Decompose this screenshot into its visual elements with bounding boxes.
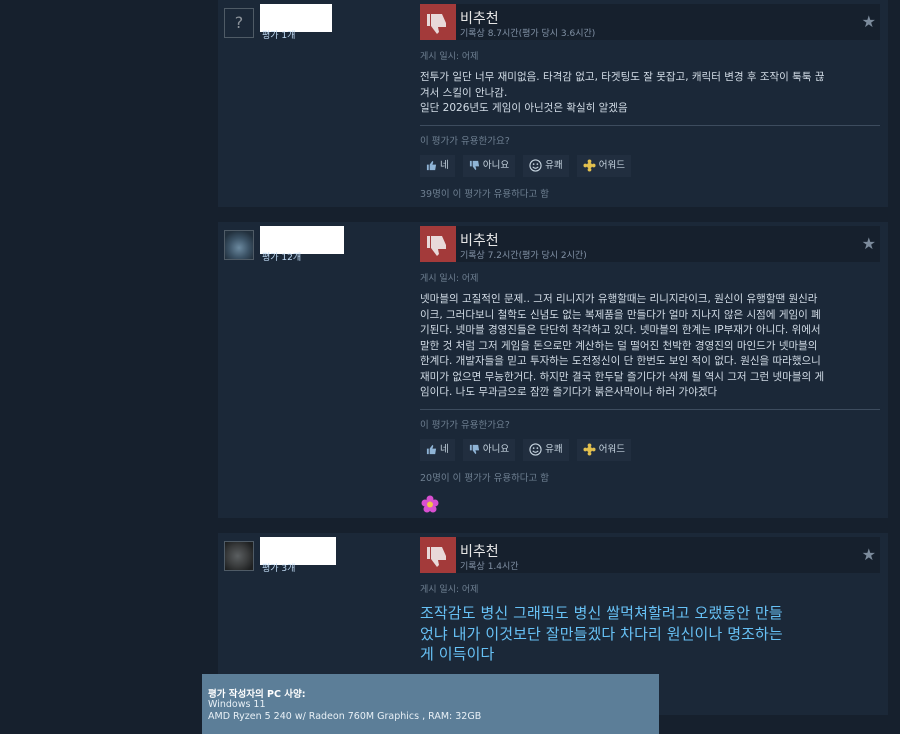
star-icon[interactable]: ★ [862,545,876,564]
thumbs-down-icon[interactable] [420,226,456,262]
posted-date: 게시 일시: 어제 [420,52,479,62]
vote-header: 비추천 기록상 1.4시간 ★ [420,537,880,573]
award-button[interactable]: 어워드 [576,154,631,177]
review-text: 전투가 일단 너무 재미없음. 타격감 없고, 타겟팅도 잘 못잡고, 캐릭터 … [420,70,880,117]
review-card-1: ? 평가 1개 비추천 기록상 8.7시간(평가 당시 3.6시간) ★ 게시 … [218,0,888,207]
avatar[interactable] [224,541,254,571]
vote-funny-button[interactable]: 유쾌 [523,438,569,461]
pc-specs-box: 평가 작성자의 PC 사양: Windows 11 AMD Ryzen 5 24… [202,674,659,734]
review-text-line: 일단 2026년도 게임이 아닌것은 확실히 알겠음 [420,102,628,114]
vote-no-button[interactable]: 아니요 [462,154,516,177]
avatar[interactable]: ? [224,8,254,38]
helpful-count: 39명이 이 평가가 유용하다고 함 [420,188,550,200]
vote-title[interactable]: 비추천 [460,230,499,250]
vote-yes-button[interactable]: 네 [420,154,455,177]
review-text-line: 넷마블의 고질적인 문제.. 그저 리니지가 유행할때는 리니지라이크, 원신이… [420,293,818,305]
award-icon [583,442,596,456]
review-card-2: 평가 12개 비추천 기록상 7.2시간(평가 당시 2시간) ★ 게시 일시:… [218,222,888,518]
yes-label: 네 [440,443,449,455]
playtime-hours: 기록상 7.2시간(평가 당시 2시간) [460,251,587,261]
thumbs-down-small-icon [469,444,479,454]
review-text-line: 말한 것 처럼 그저 게임을 돈으로만 계산하는 덜 떨어진 천박한 경영진의 … [420,339,818,352]
review-text-line: 전투가 일단 너무 재미없음. 타격감 없고, 타겟팅도 잘 못잡고, 캐릭터 … [420,71,825,83]
vote-funny-button[interactable]: 유쾌 [523,154,569,177]
smiley-icon [529,442,542,456]
vote-title[interactable]: 비추천 [460,541,499,561]
review-text-line: 재미가 없으면 무능한거다. 하지만 결국 한두달 즐기다가 삭제 될 역시 그… [420,370,825,383]
thumbs-up-icon [426,444,437,454]
funny-label: 유쾌 [545,159,563,171]
no-label: 아니요 [482,159,510,171]
vote-header: 비추천 기록상 8.7시간(평가 당시 3.6시간) ★ [420,4,880,40]
playtime-hours: 기록상 8.7시간(평가 당시 3.6시간) [460,29,596,39]
thumbs-down-icon[interactable] [420,537,456,573]
rating-controls: 네 아니요 유쾌 어워드 [420,438,880,461]
review-text-line: 조작감도 병신 그래픽도 병신 쌀먹쳐할려고 오랬동안 만들 [420,604,783,622]
yes-label: 네 [440,159,449,171]
avatar[interactable] [224,230,254,260]
award-icon [583,158,596,172]
vote-yes-button[interactable]: 네 [420,438,455,461]
review-body: 비추천 기록상 8.7시간(평가 당시 3.6시간) ★ 게시 일시: 어제 전… [420,4,880,200]
thumbs-up-icon [426,160,437,170]
review-text-line: 게 이득이다 [420,645,495,663]
funny-label: 유쾌 [545,443,563,455]
vote-no-button[interactable]: 아니요 [462,438,516,461]
award-label: 어워드 [598,159,625,171]
author-review-count[interactable]: 평가 12개 [262,250,301,263]
helpful-count: 20명이 이 평가가 유용하다고 함 [420,472,550,484]
award-button[interactable]: 어워드 [576,438,631,461]
divider [420,408,880,410]
review-body: 비추천 기록상 1.4시간 ★ 게시 일시: 어제 조작감도 병신 그래픽도 병… [420,537,880,665]
flower-award-icon[interactable] [420,494,440,514]
star-icon[interactable]: ★ [862,234,876,253]
rating-controls: 네 아니요 유쾌 어워드 [420,154,880,177]
review-text: 조작감도 병신 그래픽도 병신 쌀먹쳐할려고 오랬동안 만들 었냐 내가 이것보… [420,603,880,665]
star-icon[interactable]: ★ [862,12,876,31]
playtime-hours: 기록상 1.4시간 [460,562,519,572]
review-body: 비추천 기록상 7.2시간(평가 당시 2시간) ★ 게시 일시: 어제 넷마블… [420,226,880,518]
pc-specs-cpu: AMD Ryzen 5 240 w/ Radeon 760M Graphics … [208,711,482,722]
helpful-question: 이 평가가 유용한가요? [420,135,510,147]
review-text-line: 한계다. 개발자들을 믿고 투자하는 도전정신이 단 한번도 보인 적이 없다.… [420,355,821,367]
author-review-count[interactable]: 평가 1개 [262,28,295,41]
pc-specs-os: Windows 11 [208,699,266,710]
author-review-count[interactable]: 평가 3개 [262,561,295,574]
review-text: 넷마블의 고질적인 문제.. 그저 리니지가 유행할때는 리니지라이크, 원신이… [420,292,880,401]
thumbs-down-small-icon [469,160,479,170]
review-text-line: 이크, 그러다보니 철학도 신념도 없는 복제품을 만들다가 얼마 지나지 않은… [420,308,821,321]
posted-date: 게시 일시: 어제 [420,585,479,595]
review-text-line: 기된다. 넷마블 경영진들은 단단히 착각하고 있다. 넷마블의 한계는 IP부… [420,324,821,336]
pc-specs-title: 평가 작성자의 PC 사양: [208,689,306,700]
vote-header: 비추천 기록상 7.2시간(평가 당시 2시간) ★ [420,226,880,262]
posted-date: 게시 일시: 어제 [420,274,479,284]
review-text-line: 임이다. 나도 무과금으로 잠깐 즐기다가 붉은사막이나 하러 가야겠다 [420,386,718,398]
helpful-question: 이 평가가 유용한가요? [420,419,510,431]
award-label: 어워드 [598,443,625,455]
review-text-line: 었냐 내가 이것보단 잘만들겠다 차다리 원신이나 명조하는 [420,624,783,643]
vote-title[interactable]: 비추천 [460,8,499,28]
smiley-icon [529,158,542,172]
review-text-line: 겨서 스킬이 안나감. [420,86,508,99]
no-label: 아니요 [482,443,510,455]
divider [420,124,880,126]
thumbs-down-icon[interactable] [420,4,456,40]
